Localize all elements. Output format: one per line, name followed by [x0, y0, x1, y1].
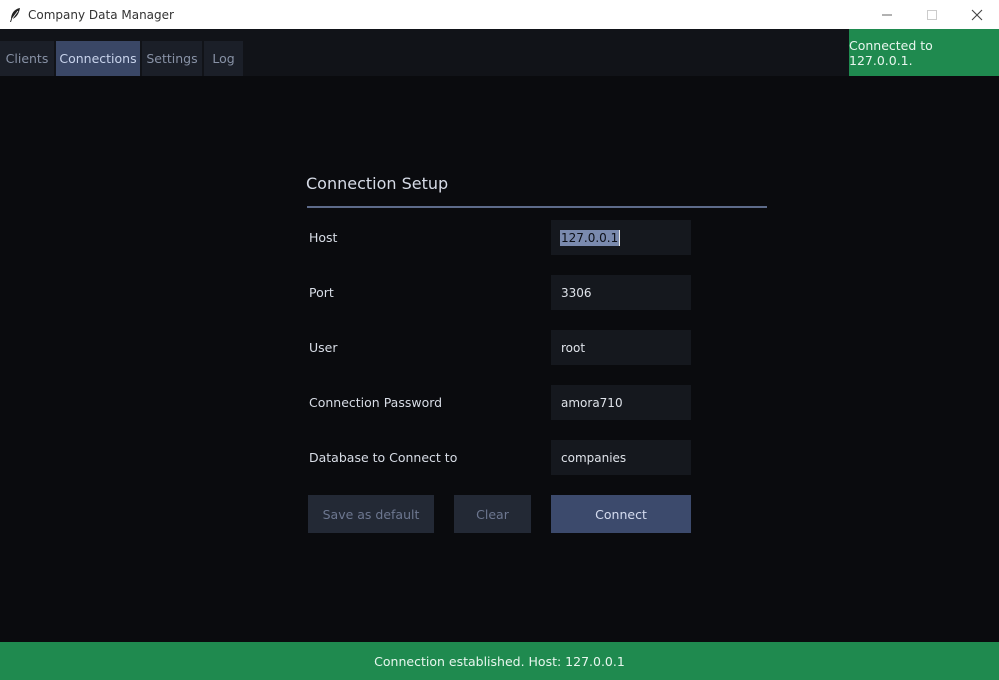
title-bar: Company Data Manager — [0, 0, 999, 29]
maximize-icon — [926, 9, 937, 20]
feather-icon — [0, 0, 30, 29]
connection-status-badge: Connected to 127.0.0.1. — [849, 29, 999, 76]
user-label: User — [309, 340, 338, 355]
host-value: 127.0.0.1 — [560, 229, 621, 246]
clear-button[interactable]: Clear — [454, 495, 531, 533]
section-divider — [307, 206, 767, 208]
window-controls — [864, 0, 999, 29]
host-input[interactable]: 127.0.0.1 — [551, 220, 691, 255]
tab-connections[interactable]: Connections — [56, 41, 140, 76]
database-input[interactable] — [551, 440, 691, 475]
connect-button[interactable]: Connect — [551, 495, 691, 533]
password-input[interactable] — [551, 385, 691, 420]
status-bar: Connection established. Host: 127.0.0.1 — [0, 642, 999, 680]
close-button[interactable] — [954, 0, 999, 29]
maximize-button[interactable] — [909, 0, 954, 29]
tab-clients[interactable]: Clients — [0, 41, 54, 76]
port-input[interactable] — [551, 275, 691, 310]
window-title: Company Data Manager — [28, 7, 174, 22]
tab-log[interactable]: Log — [204, 41, 243, 76]
user-input[interactable] — [551, 330, 691, 365]
close-icon — [971, 9, 982, 20]
database-label: Database to Connect to — [309, 450, 458, 465]
minimize-button[interactable] — [864, 0, 909, 29]
minimize-icon — [881, 14, 892, 15]
port-label: Port — [309, 285, 334, 300]
section-title: Connection Setup — [306, 174, 449, 193]
password-label: Connection Password — [309, 395, 443, 410]
host-label: Host — [309, 230, 338, 245]
save-as-default-button[interactable]: Save as default — [308, 495, 434, 533]
tab-settings[interactable]: Settings — [142, 41, 202, 76]
